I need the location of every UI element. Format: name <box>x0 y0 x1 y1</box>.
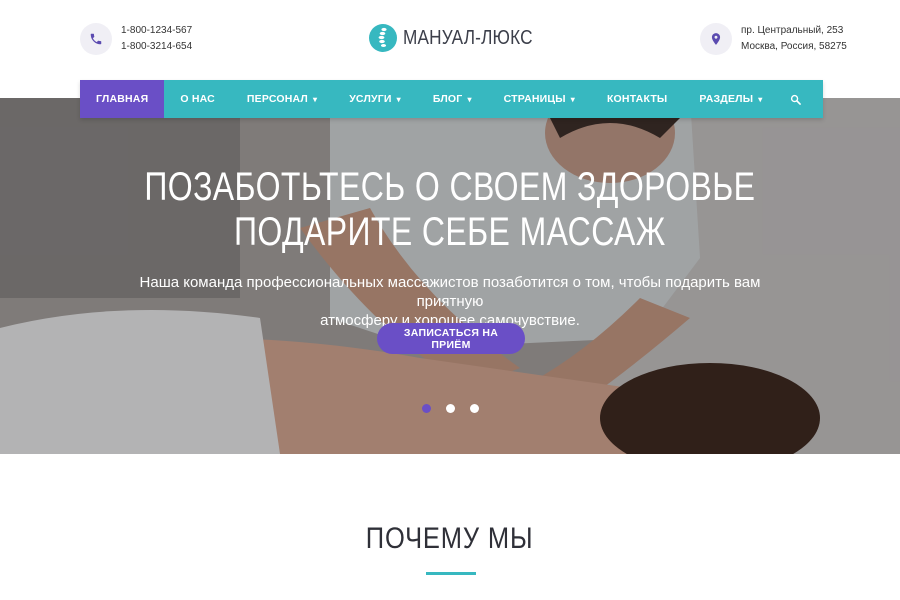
nav-item-home[interactable]: ГЛАВНАЯ <box>80 80 165 118</box>
address-contact: пр. Центральный, 253 Москва, Россия, 582… <box>700 23 847 55</box>
nav-item-staff[interactable]: ПЕРСОНАЛ ▾ <box>231 80 333 118</box>
nav-item-label: БЛОГ <box>432 93 463 105</box>
spine-logo-icon <box>369 24 397 52</box>
nav-item-contacts[interactable]: КОНТАКТЫ <box>591 80 683 118</box>
phone-number-2[interactable]: 1-800-3214-654 <box>121 39 192 55</box>
section-title-underline <box>426 572 476 575</box>
hero-title-line-1: ПОЗАБОТЬТЕСЬ О СВОЕМ ЗДОРОВЬЕ <box>144 165 756 209</box>
nav-item-about[interactable]: О НАС <box>164 80 231 118</box>
nav-item-blog[interactable]: БЛОГ ▾ <box>417 80 488 118</box>
location-pin-icon <box>700 23 732 55</box>
section-title: ПОЧЕМУ МЫ <box>366 522 534 555</box>
site-logo[interactable]: МАНУАЛ-ЛЮКС <box>369 24 554 52</box>
search-icon[interactable] <box>778 80 813 118</box>
phone-contact: 1-800-1234-567 1-800-3214-654 <box>80 23 192 55</box>
chevron-down-icon: ▾ <box>758 94 763 104</box>
hero-subtitle-line-1: Наша команда профессиональных массажисто… <box>139 274 761 310</box>
site-header: 1-800-1234-567 1-800-3214-654 МАНУАЛ-ЛЮК… <box>0 0 900 80</box>
phone-number-1[interactable]: 1-800-1234-567 <box>121 23 192 39</box>
book-appointment-button[interactable]: ЗАПИСАТЬСЯ НА ПРИЁМ <box>377 323 525 354</box>
main-navigation: ГЛАВНАЯ О НАС ПЕРСОНАЛ ▾ УСЛУГИ ▾ БЛОГ ▾ СТ… <box>80 80 823 118</box>
nav-item-sections[interactable]: РАЗДЕЛЫ ▾ <box>683 80 778 118</box>
chevron-down-icon: ▾ <box>396 94 401 104</box>
address-line-1: пр. Центральный, 253 <box>741 25 844 36</box>
slider-dot-3[interactable] <box>470 404 479 413</box>
slider-dots <box>422 404 494 413</box>
nav-item-label: РАЗДЕЛЫ <box>699 93 754 105</box>
nav-item-services[interactable]: УСЛУГИ ▾ <box>333 80 417 118</box>
chevron-down-icon: ▾ <box>312 94 318 104</box>
nav-item-label: КОНТАКТЫ <box>606 93 668 105</box>
slider-dot-1[interactable] <box>422 404 431 413</box>
nav-item-label: УСЛУГИ <box>349 93 392 105</box>
nav-item-label: ПЕРСОНАЛ <box>246 93 308 105</box>
slider-dot-2[interactable] <box>446 404 455 413</box>
chevron-down-icon: ▾ <box>467 94 472 104</box>
nav-item-label: СТРАНИЦЫ <box>503 93 566 105</box>
hero-title-line-2: ПОДАРИТЕ СЕБЕ МАССАЖ <box>234 210 666 254</box>
chevron-down-icon: ▾ <box>570 94 575 104</box>
nav-item-pages[interactable]: СТРАНИЦЫ ▾ <box>488 80 591 118</box>
hero-subtitle: Наша команда профессиональных массажисто… <box>110 273 790 330</box>
logo-text: МАНУАЛ-ЛЮКС <box>403 26 533 49</box>
address-line-2: Москва, Россия, 58275 <box>741 41 847 52</box>
hero-slider: ПОЗАБОТЬТЕСЬ О СВОЕМ ЗДОРОВЬЕ ПОДАРИТЕ С… <box>0 98 900 454</box>
nav-item-label: О НАС <box>180 93 215 105</box>
nav-item-label: ГЛАВНАЯ <box>96 93 149 105</box>
phone-icon <box>80 23 112 55</box>
